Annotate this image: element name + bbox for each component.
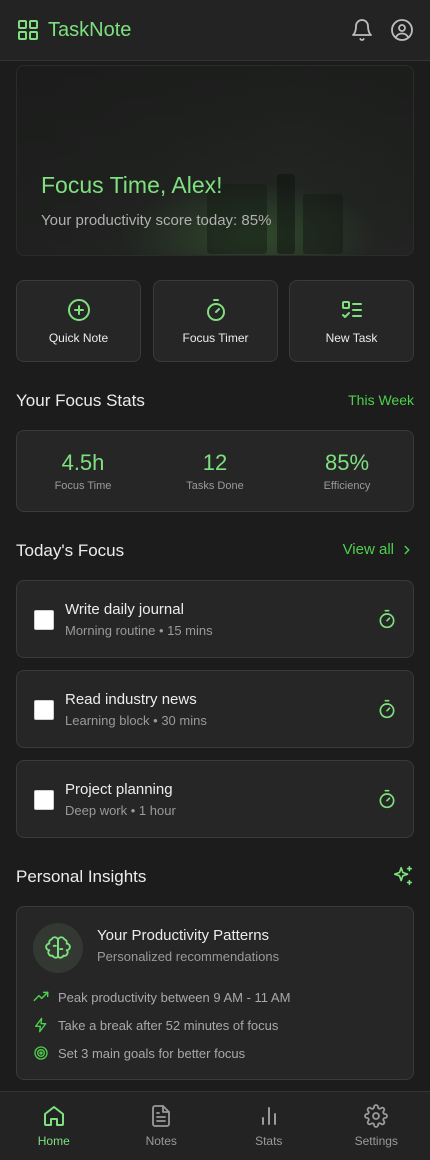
insight-text: Peak productivity between 9 AM - 11 AM — [58, 989, 291, 1005]
task-checkbox[interactable] — [34, 790, 54, 810]
stat-value: 85% — [324, 450, 370, 475]
sparkles-icon[interactable] — [392, 865, 414, 887]
bell-icon[interactable] — [350, 18, 374, 42]
task-item[interactable]: Read industry news Learning block • 30 m… — [16, 670, 414, 748]
trending-up-icon — [33, 989, 49, 1005]
stat-value: 4.5h — [61, 450, 105, 475]
app-name: TaskNote — [48, 18, 132, 41]
view-all-label: View all — [342, 541, 394, 558]
nav-item-home[interactable]: Home — [0, 1092, 108, 1160]
user-circle-icon[interactable] — [390, 18, 414, 42]
bottom-nav: Home Notes Stats Settings — [0, 1091, 430, 1160]
chevron-right-icon — [400, 543, 414, 557]
focus-timer-button[interactable]: Focus Timer — [153, 280, 278, 362]
gear-icon — [364, 1104, 389, 1128]
todays-focus-title: Today's Focus — [16, 541, 125, 560]
app-header: TaskNote — [0, 0, 430, 61]
insight-row: Set 3 main goals for better focus — [33, 1045, 245, 1061]
task-checkbox[interactable] — [34, 700, 54, 720]
stat-focus-time: 4.5h Focus Time — [17, 431, 149, 511]
stat-label: Tasks Done — [186, 480, 244, 492]
checklist-icon — [340, 298, 364, 322]
quick-action-label: Quick Note — [48, 330, 109, 345]
document-icon — [149, 1104, 173, 1128]
nav-item-notes[interactable]: Notes — [108, 1092, 216, 1160]
nav-item-settings[interactable]: Settings — [323, 1092, 430, 1160]
task-title: Project planning — [65, 781, 173, 798]
insights-title: Personal Insights — [16, 867, 147, 886]
insight-text: Set 3 main goals for better focus — [58, 1045, 246, 1061]
insights-card: Your Productivity Patterns Personalized … — [16, 906, 414, 1080]
task-title: Read industry news — [65, 691, 197, 708]
bar-chart-icon — [257, 1104, 281, 1128]
focus-stats-card: 4.5h Focus Time 12 Tasks Done 85% Effici… — [16, 430, 414, 512]
lightning-icon — [33, 1017, 49, 1033]
view-all-link[interactable]: View all — [343, 541, 414, 558]
insight-text: Take a break after 52 minutes of focus — [58, 1017, 279, 1033]
timer-icon[interactable] — [377, 699, 397, 719]
quick-action-label: New Task — [325, 330, 378, 345]
task-item[interactable]: Project planning Deep work • 1 hour — [16, 760, 414, 838]
task-meta: Deep work • 1 hour — [65, 803, 176, 818]
task-meta: Learning block • 30 mins — [65, 713, 207, 728]
brain-icon — [33, 923, 83, 973]
quick-note-button[interactable]: Quick Note — [16, 280, 141, 362]
insights-card-title: Your Productivity Patterns — [97, 927, 270, 944]
task-checkbox[interactable] — [34, 610, 54, 630]
hero-subtitle: Your productivity score today: 85% — [41, 212, 272, 229]
nav-label: Stats — [255, 1134, 283, 1148]
task-meta: Morning routine • 15 mins — [65, 623, 213, 638]
stat-label: Focus Time — [54, 480, 112, 492]
target-icon — [33, 1045, 49, 1061]
quick-action-label: Focus Timer — [182, 330, 249, 345]
stat-tasks-done: 12 Tasks Done — [149, 431, 281, 511]
stat-label: Efficiency — [323, 480, 371, 492]
insight-row: Peak productivity between 9 AM - 11 AM — [33, 989, 290, 1005]
nav-label: Settings — [354, 1134, 398, 1148]
plus-circle-icon — [67, 298, 91, 322]
nav-label: Home — [37, 1134, 70, 1148]
brand[interactable]: TaskNote — [16, 18, 131, 42]
stat-value: 12 — [202, 450, 228, 475]
hero-title: Focus Time, Alex! — [41, 172, 223, 198]
timer-icon — [204, 298, 228, 322]
grid-icon — [16, 18, 40, 42]
stat-efficiency: 85% Efficiency — [281, 431, 413, 511]
new-task-button[interactable]: New Task — [289, 280, 414, 362]
nav-label: Notes — [145, 1134, 177, 1148]
task-title: Write daily journal — [65, 601, 184, 618]
insights-card-subtitle: Personalized recommendations — [97, 949, 280, 964]
timer-icon[interactable] — [377, 609, 397, 629]
home-icon — [42, 1104, 66, 1128]
insight-row: Take a break after 52 minutes of focus — [33, 1017, 278, 1033]
this-week-filter[interactable]: This Week — [348, 392, 414, 408]
nav-item-stats[interactable]: Stats — [215, 1092, 323, 1160]
focus-stats-title: Your Focus Stats — [16, 391, 145, 410]
timer-icon[interactable] — [377, 789, 397, 809]
task-item[interactable]: Write daily journal Morning routine • 15… — [16, 580, 414, 658]
hero-banner: Focus Time, Alex! Your productivity scor… — [16, 65, 414, 256]
